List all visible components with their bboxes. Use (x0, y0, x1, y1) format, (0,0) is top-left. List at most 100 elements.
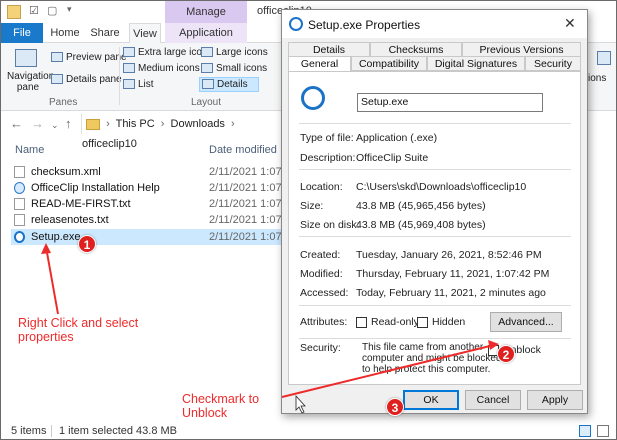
folder-icon[interactable] (7, 5, 21, 19)
dropdown-icon[interactable]: ▾ (67, 4, 72, 15)
tab-security[interactable]: Security (525, 56, 581, 71)
breadcrumb[interactable]: › This PC › Downloads › officeclip10 (81, 114, 291, 150)
column-header-date-modified[interactable]: Date modified (209, 144, 277, 156)
tab-view[interactable]: View (129, 23, 161, 44)
details-pane-label: Details pane (66, 74, 122, 85)
breadcrumb-this-pc[interactable]: This PC (116, 118, 155, 130)
list-button[interactable]: List (123, 79, 154, 90)
hidden-label: Hidden (432, 316, 466, 328)
tab-application-tools[interactable]: Application Tools (165, 23, 247, 59)
details-pane-icon (51, 74, 63, 85)
details-view-icon[interactable] (579, 425, 591, 437)
description-value: OfficeClip Suite (356, 152, 429, 164)
status-bar: 5 items 1 item selected 43.8 MB (1, 422, 616, 439)
breadcrumb-officeclip10[interactable]: officeclip10 (82, 138, 137, 150)
medium-icons-button[interactable]: Medium icons (123, 63, 200, 74)
large-icons-icon (201, 47, 213, 58)
security-label: Security: (300, 342, 341, 354)
type-of-file-value: Application (.exe) (356, 132, 438, 144)
tab-compatibility[interactable]: Compatibility (351, 56, 427, 71)
tab-share[interactable]: Share (87, 23, 123, 43)
accessed-label: Accessed: (300, 287, 349, 299)
divider (299, 236, 571, 237)
manage-tab[interactable]: Manage (165, 1, 247, 23)
ribbon-separator (119, 47, 120, 105)
status-selection: 1 item selected 43.8 MB (59, 425, 178, 437)
size-label: Size: (300, 200, 324, 212)
large-icons-view-icon[interactable] (597, 425, 609, 437)
list-icon (123, 79, 135, 90)
file-row-installation-help[interactable]: OfficeClip Installation Help 2/11/2021 1… (11, 180, 301, 196)
general-tab-panel: Setup.exe Type of file: Application (.ex… (288, 71, 581, 385)
attributes-label: Attributes: (300, 316, 348, 328)
close-icon[interactable]: ✕ (564, 15, 576, 32)
status-divider (51, 425, 52, 437)
file-row-releasenotes[interactable]: releasenotes.txt 2/11/2021 1:07 PM (11, 212, 301, 228)
file-row-setup-exe[interactable]: Setup.exe 2/11/2021 1:07 PM (11, 229, 301, 245)
file-name: OfficeClip Installation Help (31, 182, 160, 194)
file-name: READ-ME-FIRST.txt (31, 198, 131, 210)
file-name: checksum.xml (31, 166, 101, 178)
up-arrow-icon[interactable]: ↑ (65, 116, 72, 131)
annotation-right-click: Right Click and select properties (18, 316, 139, 344)
column-header-name[interactable]: Name (15, 144, 44, 156)
new-folder-icon[interactable]: ▢ (47, 4, 57, 17)
file-name: releasenotes.txt (31, 214, 109, 226)
navigation-pane-icon (15, 49, 37, 67)
divider (299, 338, 571, 339)
cancel-button[interactable]: Cancel (465, 390, 521, 410)
annotation-checkmark-unblock: Checkmark to Unblock (182, 392, 260, 420)
tab-file[interactable]: File (1, 23, 43, 43)
navigation-pane-button[interactable]: Navigation pane (7, 71, 54, 93)
small-icons-icon (201, 63, 213, 74)
location-value: C:\Users\skd\Downloads\officeclip10 (356, 181, 527, 193)
preview-pane-button[interactable]: Preview pane (51, 52, 127, 63)
file-name: Setup.exe (31, 231, 81, 243)
type-of-file-label: Type of file: (300, 132, 354, 144)
tab-details[interactable]: Details (288, 42, 370, 57)
forward-arrow-icon[interactable]: → (31, 116, 44, 131)
file-row-checksum[interactable]: checksum.xml 2/11/2021 1:07 PM (11, 164, 301, 180)
created-value: Tuesday, January 26, 2021, 8:52:46 PM (356, 249, 542, 261)
setup-file-icon (301, 86, 325, 110)
chevron-right-icon: › (106, 118, 110, 130)
size-value: 43.8 MB (45,965,456 bytes) (356, 200, 486, 212)
preview-pane-label: Preview pane (66, 52, 127, 63)
tab-home[interactable]: Home (47, 23, 83, 43)
back-arrow-icon[interactable]: ← (10, 116, 23, 131)
ok-button[interactable]: OK (403, 390, 459, 410)
breadcrumb-downloads[interactable]: Downloads (171, 118, 225, 130)
folder-icon (86, 118, 100, 130)
list-label: List (138, 79, 154, 90)
options-icon[interactable] (597, 51, 611, 65)
read-only-checkbox[interactable] (356, 317, 367, 328)
hidden-checkbox[interactable] (417, 317, 428, 328)
medium-icons-icon (123, 63, 135, 74)
details-pane-button[interactable]: Details pane (51, 74, 122, 85)
large-icons-button[interactable]: Large icons (201, 47, 268, 58)
recent-dropdown-icon[interactable]: ⌄ (51, 120, 59, 131)
medium-icons-label: Medium icons (138, 63, 200, 74)
chevron-right-icon: › (160, 118, 165, 130)
advanced-button[interactable]: Advanced... (490, 312, 562, 332)
file-row-readme[interactable]: READ-ME-FIRST.txt 2/11/2021 1:07 PM (11, 196, 301, 212)
file-name-field[interactable]: Setup.exe (357, 93, 543, 112)
panes-group-label: Panes (49, 97, 78, 108)
divider (299, 305, 571, 306)
apply-button[interactable]: Apply (527, 390, 583, 410)
text-file-icon (14, 198, 25, 210)
extra-large-icons-button[interactable]: Extra large icons (123, 47, 212, 58)
tab-checksums[interactable]: Checksums (370, 42, 462, 57)
checkmark-icon[interactable]: ☑ (29, 4, 39, 17)
tab-digital-signatures[interactable]: Digital Signatures (427, 56, 525, 71)
large-icons-label: Large icons (216, 47, 268, 58)
chevron-right-icon: › (231, 118, 235, 130)
help-file-icon (14, 182, 25, 194)
created-label: Created: (300, 249, 341, 261)
options-partial-label[interactable]: ions (588, 73, 606, 84)
tab-previous-versions[interactable]: Previous Versions (462, 42, 581, 57)
small-icons-button[interactable]: Small icons (201, 63, 267, 74)
details-view-button[interactable]: Details (199, 77, 259, 92)
setup-exe-icon (14, 231, 25, 243)
layout-group-label: Layout (191, 97, 222, 108)
